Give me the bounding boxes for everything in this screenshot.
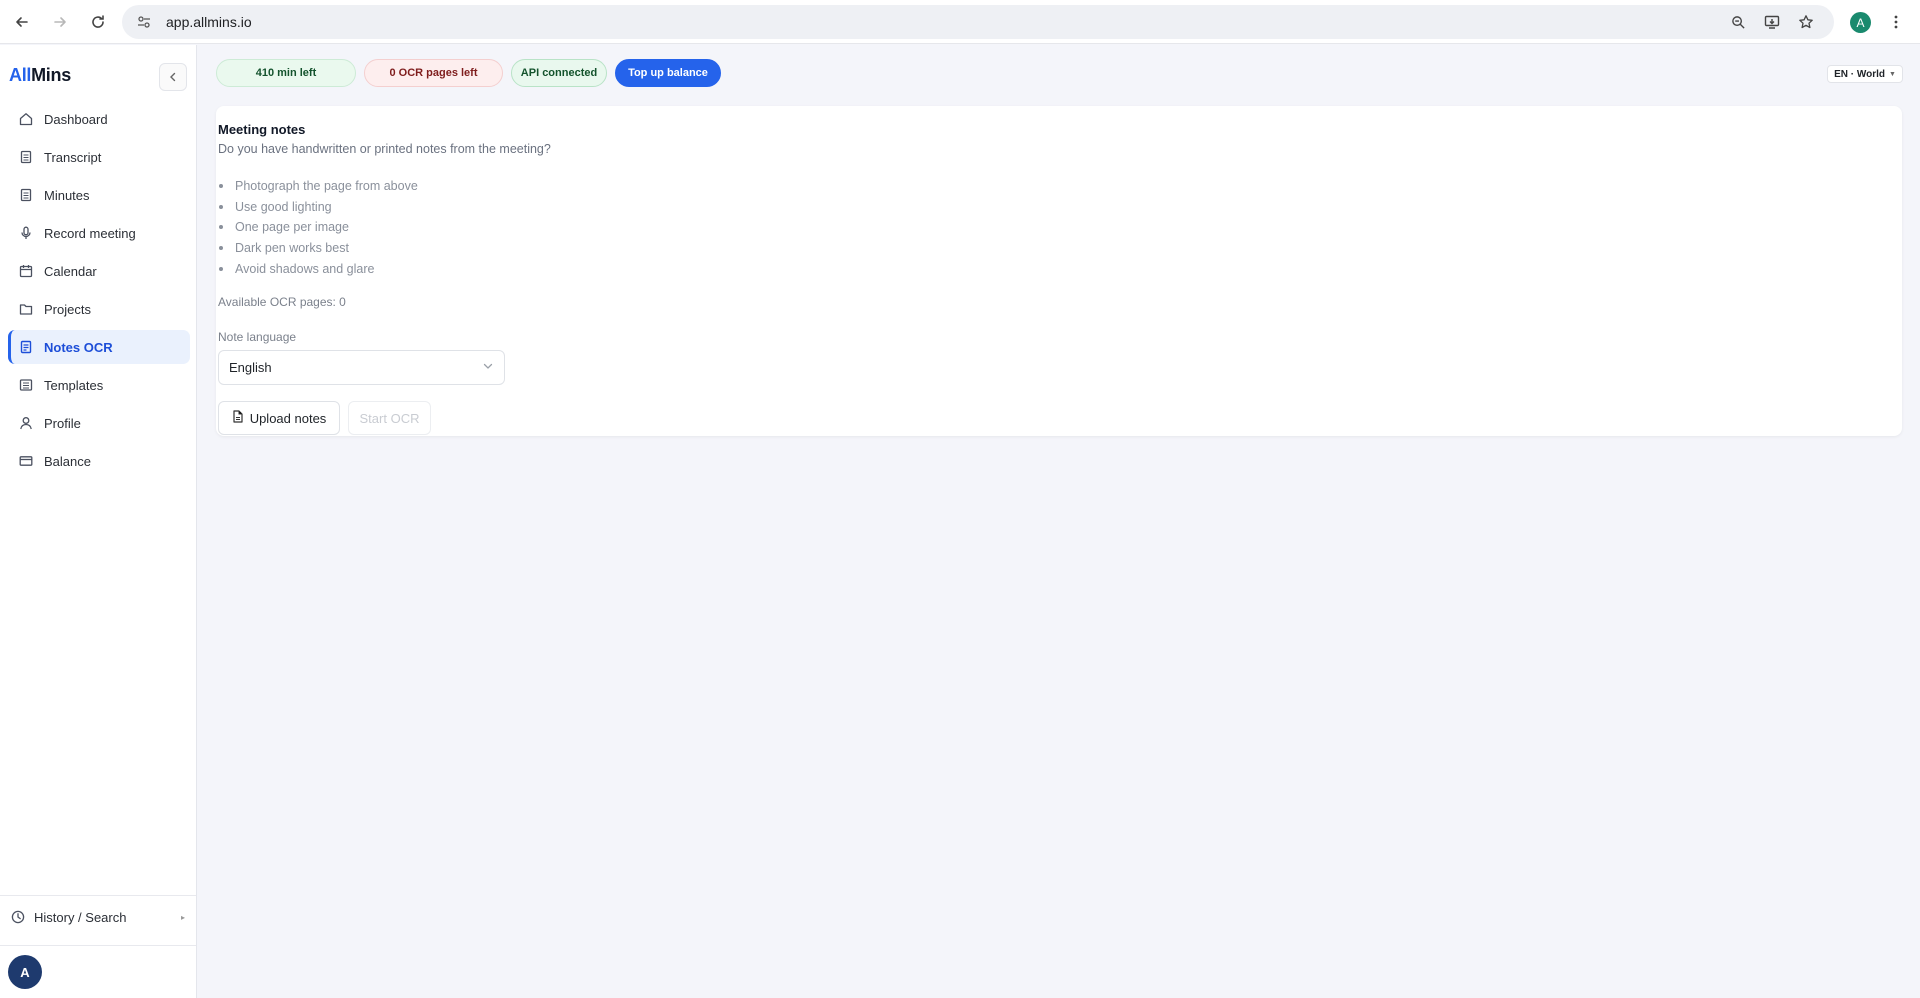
- history-search-toggle[interactable]: History / Search ▸: [10, 905, 185, 929]
- bullet-icon: [219, 266, 223, 271]
- upload-notes-label: Upload notes: [249, 410, 327, 426]
- start-ocr-button[interactable]: Start OCR: [348, 401, 431, 435]
- sidebar-item-label: Transcript: [44, 149, 102, 165]
- app-logo[interactable]: AllMins: [9, 65, 71, 86]
- sidebar-item-label: Record meeting: [44, 225, 136, 241]
- url-text[interactable]: app.allmins.io: [166, 14, 252, 30]
- sidebar-item-label: Templates: [44, 377, 104, 393]
- tip-text: Dark pen works best: [235, 241, 349, 256]
- browser-menu-icon[interactable]: [1886, 10, 1906, 34]
- file-icon: [232, 410, 244, 426]
- folder-icon: [18, 301, 34, 317]
- sidebar-item-templates[interactable]: Templates: [8, 368, 190, 402]
- available-ocr-pages: Available OCR pages: 0: [218, 295, 346, 309]
- list-icon: [18, 377, 34, 393]
- locale-label: EN · World: [1834, 68, 1885, 80]
- sidebar-divider: [0, 895, 196, 896]
- ocr-pages-left-badge: 0 OCR pages left: [364, 59, 503, 87]
- address-bar[interactable]: app.allmins.io: [122, 5, 1834, 39]
- minutes-left-badge: 410 min left: [216, 59, 356, 87]
- site-settings-icon[interactable]: [132, 10, 156, 34]
- card-title: Meeting notes: [218, 122, 306, 137]
- sidebar-item-profile[interactable]: Profile: [8, 406, 190, 440]
- sidebar-item-label: Dashboard: [44, 111, 108, 127]
- credit-card-icon: [18, 453, 34, 469]
- sidebar-item-dashboard[interactable]: Dashboard: [8, 102, 190, 136]
- clock-icon: [10, 909, 26, 925]
- sidebar-divider: [0, 945, 196, 946]
- document-icon: [18, 187, 34, 203]
- chevron-down-icon: [482, 360, 494, 375]
- bookmark-star-icon[interactable]: [1794, 10, 1818, 34]
- note-language-select[interactable]: English: [218, 350, 505, 385]
- bullet-icon: [219, 184, 223, 189]
- caret-right-icon: ▸: [180, 912, 185, 922]
- sidebar-item-transcript[interactable]: Transcript: [8, 140, 190, 174]
- collapse-sidebar-button[interactable]: [159, 63, 187, 91]
- selected-language: English: [229, 360, 272, 375]
- bullet-icon: [219, 225, 223, 230]
- sidebar-item-label: Minutes: [44, 187, 90, 203]
- document-scan-icon: [18, 339, 34, 355]
- top-up-balance-button[interactable]: Top up balance: [615, 59, 721, 87]
- calendar-icon: [18, 263, 34, 279]
- user-avatar[interactable]: A: [8, 955, 42, 989]
- sidebar-item-balance[interactable]: Balance: [8, 444, 190, 478]
- chevron-left-icon: [170, 72, 176, 82]
- tips-list: Photograph the page from above Use good …: [218, 176, 418, 279]
- browser-profile-avatar[interactable]: A: [1850, 12, 1871, 33]
- sidebar-item-calendar[interactable]: Calendar: [8, 254, 190, 288]
- tip-text: Avoid shadows and glare: [235, 261, 375, 276]
- forward-icon[interactable]: [42, 4, 78, 40]
- list-item: One page per image: [218, 217, 418, 238]
- meeting-notes-card: Meeting notes Do you have handwritten or…: [216, 106, 1902, 436]
- reload-icon[interactable]: [80, 4, 116, 40]
- sidebar-item-label: Projects: [44, 301, 91, 317]
- note-language-label: Note language: [218, 330, 297, 344]
- locale-selector[interactable]: EN · World ▼: [1827, 65, 1903, 83]
- install-app-icon[interactable]: [1760, 10, 1784, 34]
- history-label: History / Search: [34, 909, 127, 925]
- sidebar-nav: Dashboard Transcript Minutes Record meet…: [8, 102, 190, 482]
- sidebar: AllMins Dashboard Transcript Minutes Rec…: [0, 45, 197, 998]
- bullet-icon: [219, 246, 223, 251]
- list-item: Photograph the page from above: [218, 176, 418, 197]
- sidebar-item-label: Profile: [44, 415, 81, 431]
- upload-notes-button[interactable]: Upload notes: [218, 401, 340, 435]
- sidebar-item-label: Calendar: [44, 263, 97, 279]
- sidebar-item-minutes[interactable]: Minutes: [8, 178, 190, 212]
- tip-text: Use good lighting: [235, 199, 332, 214]
- api-status-badge: API connected: [511, 59, 607, 87]
- tip-text: Photograph the page from above: [235, 179, 418, 194]
- bullet-icon: [219, 204, 223, 209]
- list-item: Avoid shadows and glare: [218, 258, 418, 279]
- sidebar-item-projects[interactable]: Projects: [8, 292, 190, 326]
- sidebar-item-label: Balance: [44, 453, 91, 469]
- tip-text: One page per image: [235, 220, 349, 235]
- logo-part-1: All: [9, 65, 32, 85]
- home-icon: [18, 111, 34, 127]
- browser-toolbar: app.allmins.io A: [0, 0, 1920, 44]
- list-item: Use good lighting: [218, 197, 418, 218]
- sidebar-item-notes-ocr[interactable]: Notes OCR: [8, 330, 190, 364]
- user-icon: [18, 415, 34, 431]
- zoom-icon[interactable]: [1726, 10, 1750, 34]
- sidebar-item-record-meeting[interactable]: Record meeting: [8, 216, 190, 250]
- back-icon[interactable]: [4, 4, 40, 40]
- card-subtitle: Do you have handwritten or printed notes…: [218, 142, 551, 156]
- microphone-icon: [18, 225, 34, 241]
- caret-down-icon: ▼: [1889, 70, 1896, 78]
- document-icon: [18, 149, 34, 165]
- list-item: Dark pen works best: [218, 238, 418, 259]
- sidebar-item-label: Notes OCR: [44, 339, 113, 355]
- logo-part-2: Mins: [31, 65, 71, 85]
